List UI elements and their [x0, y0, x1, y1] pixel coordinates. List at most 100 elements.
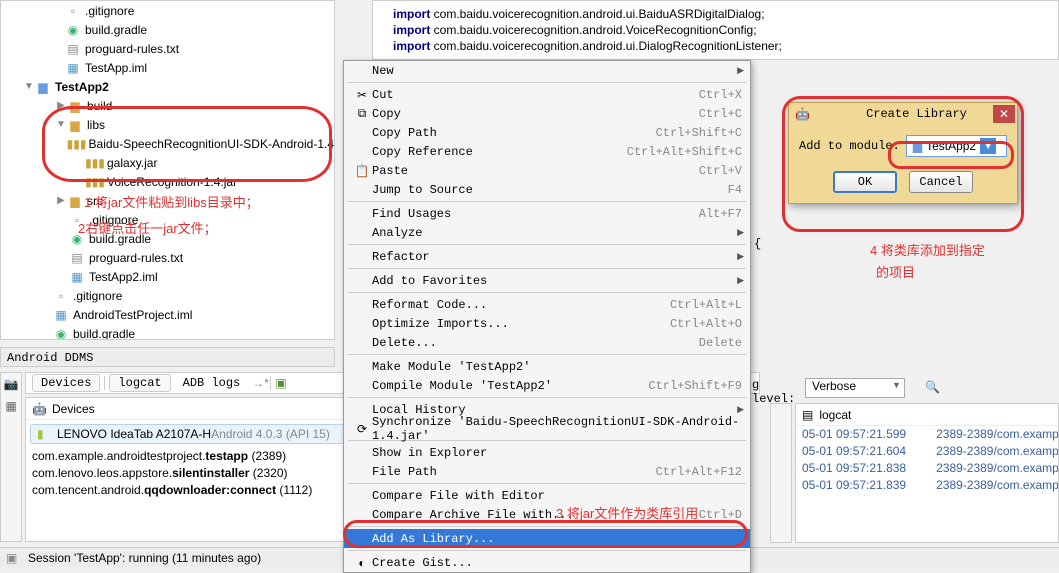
tree-item-proguard[interactable]: ▤proguard-rules.txt	[1, 39, 334, 58]
tree-label: TestApp2	[55, 80, 109, 94]
ok-button[interactable]: OK	[833, 171, 897, 193]
tree-item-gitignore[interactable]: ▫.gitignore	[1, 286, 334, 305]
gradle-icon: ◉	[53, 326, 69, 341]
menu-optimize[interactable]: Optimize Imports...Ctrl+Alt+O	[344, 314, 750, 333]
device-row[interactable]: ▮LENOVO IdeaTab A2107A-H Android 4.0.3 (…	[30, 424, 360, 444]
menu-make-module[interactable]: Make Module 'TestApp2'	[344, 357, 750, 376]
sync-icon: ⟳	[352, 422, 372, 436]
logcat-row[interactable]: 05-01 09:57:21.8382389-2389/com.example.…	[796, 460, 1058, 477]
tree-label: build.gradle	[73, 327, 135, 341]
logcat-row[interactable]: 05-01 09:57:21.6042389-2389/com.example.…	[796, 443, 1058, 460]
code-editor[interactable]: import com.baidu.voicerecognition.androi…	[372, 0, 1059, 60]
tree-item-src[interactable]: ▶▆src	[1, 191, 334, 210]
tree-item-testapp2[interactable]: ▼▆ TestApp2	[1, 77, 334, 96]
tab-adb[interactable]: ADB logs	[175, 375, 249, 391]
keyword: import	[393, 39, 430, 53]
menu-separator	[348, 268, 746, 269]
logcat-row[interactable]: 05-01 09:57:21.8392389-2389/com.example.…	[796, 477, 1058, 494]
status-icon[interactable]: ▣	[6, 551, 22, 565]
process-row[interactable]: com.example.androidtestproject.testapp (…	[26, 448, 364, 465]
tree-item-build[interactable]: ▶▆build	[1, 96, 334, 115]
menu-paste[interactable]: 📋PasteCtrl+V	[344, 161, 750, 180]
menu-delete[interactable]: Delete...Delete	[344, 333, 750, 352]
tree-item-libs[interactable]: ▼▆libs	[1, 115, 334, 134]
bookmark-icon[interactable]: ▣	[275, 376, 286, 390]
menu-reformat[interactable]: Reformat Code...Ctrl+Alt+L	[344, 295, 750, 314]
cut-icon: ✂	[352, 88, 372, 102]
submenu-arrow-icon: ▶	[737, 65, 744, 76]
toolbar-screenshot-icon[interactable]: 📷	[1, 373, 21, 395]
menu-copy-reference[interactable]: Copy ReferenceCtrl+Alt+Shift+C	[344, 142, 750, 161]
menu-cut[interactable]: ✂CutCtrl+X	[344, 85, 750, 104]
expand-arrow-icon[interactable]: ▶	[55, 100, 67, 111]
adb-restart-icon[interactable]: →*	[252, 376, 266, 390]
tree-label: Baidu-SpeechRecognitionUI-SDK-Android-1.…	[89, 137, 334, 151]
cancel-button[interactable]: Cancel	[909, 171, 973, 193]
iml-icon: ▦	[69, 269, 85, 285]
menu-compile-module[interactable]: Compile Module 'TestApp2'Ctrl+Shift+F9	[344, 376, 750, 395]
tree-item-iml[interactable]: ▦AndroidTestProject.iml	[1, 305, 334, 324]
iml-icon: ▦	[65, 60, 81, 76]
menu-compare-archive[interactable]: Compare Archive File with...Ctrl+D	[344, 505, 750, 524]
menu-refactor[interactable]: Refactor▶	[344, 247, 750, 266]
github-icon: ◐	[352, 556, 372, 570]
project-tree[interactable]: ▫.gitignore ◉ build.gradle ▤proguard-rule…	[0, 0, 335, 340]
toolbar-layout-icon[interactable]: ▦	[1, 395, 21, 417]
menu-compare-editor[interactable]: Compare File with Editor	[344, 486, 750, 505]
menu-show-explorer[interactable]: Show in Explorer	[344, 443, 750, 462]
search-icon[interactable]: 🔍	[925, 380, 940, 394]
dialog-titlebar[interactable]: 🤖 Create Library ✕	[789, 103, 1017, 125]
menu-separator	[348, 550, 746, 551]
annotation-text-4b: 的项目	[876, 262, 915, 281]
tree-item-iml[interactable]: ▦TestApp.iml	[1, 58, 334, 77]
context-menu[interactable]: New▶ ✂CutCtrl+X ⧉CopyCtrl+C Copy PathCtr…	[343, 60, 751, 573]
tree-item-gradle[interactable]: ◉build.gradle	[1, 20, 334, 39]
ddms-header: Android DDMS	[0, 347, 335, 367]
tree-item-iml[interactable]: ▦TestApp2.iml	[1, 267, 334, 286]
tree-item-gradle[interactable]: ◉build.gradle	[1, 229, 334, 248]
module-folder-icon: ▆	[35, 79, 51, 95]
menu-file-path[interactable]: File PathCtrl+Alt+F12	[344, 462, 750, 481]
tree-item-gitignore[interactable]: ▫.gitignore	[1, 210, 334, 229]
tree-label: AndroidTestProject.iml	[73, 308, 192, 322]
menu-add-as-library[interactable]: Add As Library...	[344, 529, 750, 548]
tree-item-jar[interactable]: ▮▮▮galaxy.jar	[1, 153, 334, 172]
logcat-row[interactable]: 05-01 09:57:21.5992389-2389/com.example.…	[796, 426, 1058, 443]
tree-item-jar[interactable]: ▮▮▮VoiceRecognition-1.4.jar	[1, 172, 334, 191]
menu-copy[interactable]: ⧉CopyCtrl+C	[344, 104, 750, 123]
menu-create-gist[interactable]: ◐Create Gist...	[344, 553, 750, 572]
jar-icon: ▮▮▮	[87, 155, 103, 171]
process-row[interactable]: com.tencent.android.qqdownloader:connect…	[26, 482, 364, 499]
menu-copy-path[interactable]: Copy PathCtrl+Shift+C	[344, 123, 750, 142]
code-brace: {	[754, 237, 761, 251]
close-button[interactable]: ✕	[993, 105, 1015, 123]
ddms-left-toolbar: 📷 ▦	[0, 372, 22, 542]
tree-item-gitignore[interactable]: ▫.gitignore	[1, 1, 334, 20]
tab-logcat[interactable]: logcat	[109, 374, 170, 392]
menu-synchronize[interactable]: ⟳Synchronize 'Baidu-SpeechRecognitionUI-…	[344, 419, 750, 438]
module-select[interactable]: ▆ TestApp2 ▼	[906, 135, 1007, 157]
menu-new[interactable]: New▶	[344, 61, 750, 80]
expand-arrow-icon[interactable]: ▶	[55, 195, 67, 206]
tree-item-proguard[interactable]: ▤proguard-rules.txt	[1, 248, 334, 267]
folder-icon: ▆	[67, 98, 83, 114]
tree-item-jar[interactable]: ▮▮▮Baidu-SpeechRecognitionUI-SDK-Android…	[1, 134, 334, 153]
tab-divider	[270, 376, 271, 390]
menu-find-usages[interactable]: Find UsagesAlt+F7	[344, 204, 750, 223]
module-value: TestApp2	[926, 139, 976, 153]
menu-jump[interactable]: Jump to SourceF4	[344, 180, 750, 199]
collapse-arrow-icon[interactable]: ▼	[23, 81, 35, 92]
dropdown-arrow-icon: ▼	[892, 380, 901, 390]
process-row[interactable]: com.lenovo.leos.appstore.silentinstaller…	[26, 465, 364, 482]
devices-header: 🤖Devices	[26, 398, 364, 420]
collapse-arrow-icon[interactable]: ▼	[55, 119, 67, 130]
file-icon: ▫	[53, 288, 69, 304]
tree-item-gradle[interactable]: ◉ build.gradle	[1, 324, 334, 340]
menu-analyze[interactable]: Analyze▶	[344, 223, 750, 242]
create-library-dialog: 🤖 Create Library ✕ Add to module: ▆ Test…	[788, 102, 1018, 204]
menu-favorites[interactable]: Add to Favorites▶	[344, 271, 750, 290]
submenu-arrow-icon: ▶	[737, 227, 744, 238]
dialog-label: Add to module:	[799, 139, 900, 153]
tab-devices[interactable]: Devices	[32, 374, 100, 392]
log-level-select[interactable]: Verbose	[805, 378, 905, 398]
